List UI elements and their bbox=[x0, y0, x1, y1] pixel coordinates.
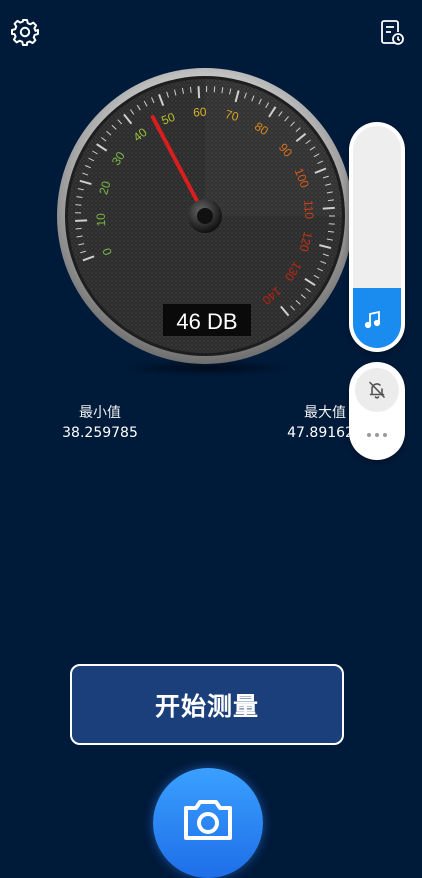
gear-icon bbox=[10, 17, 40, 47]
start-measure-button[interactable]: 开始测量 bbox=[70, 664, 344, 745]
camera-button[interactable] bbox=[153, 768, 263, 878]
sound-meter-gauge: 0102030405060708090100110120130140 46 DB bbox=[55, 68, 351, 378]
min-value: 38.259785 bbox=[50, 423, 150, 443]
more-dots-icon[interactable] bbox=[366, 432, 388, 438]
db-readout: 46 DB bbox=[176, 309, 237, 334]
major-tick bbox=[199, 86, 200, 98]
ringer-panel bbox=[349, 362, 405, 460]
minor-tick bbox=[190, 87, 191, 93]
history-button[interactable] bbox=[376, 17, 406, 47]
history-doc-icon bbox=[376, 17, 406, 47]
bell-off-icon bbox=[367, 380, 387, 400]
min-label: 最小值 bbox=[50, 403, 150, 423]
tick-label: 110 bbox=[301, 200, 316, 220]
camera-icon bbox=[178, 790, 238, 850]
music-note-icon bbox=[363, 310, 383, 330]
tick-label: 10 bbox=[94, 213, 109, 227]
major-tick bbox=[323, 208, 335, 209]
volume-panel bbox=[349, 122, 405, 352]
min-stat: 最小值 38.259785 bbox=[50, 403, 150, 443]
settings-button[interactable] bbox=[10, 17, 40, 47]
tick-label: 60 bbox=[193, 105, 207, 120]
minor-tick bbox=[76, 228, 82, 229]
ringer-mode-button[interactable] bbox=[355, 368, 399, 412]
minor-tick bbox=[75, 205, 81, 206]
